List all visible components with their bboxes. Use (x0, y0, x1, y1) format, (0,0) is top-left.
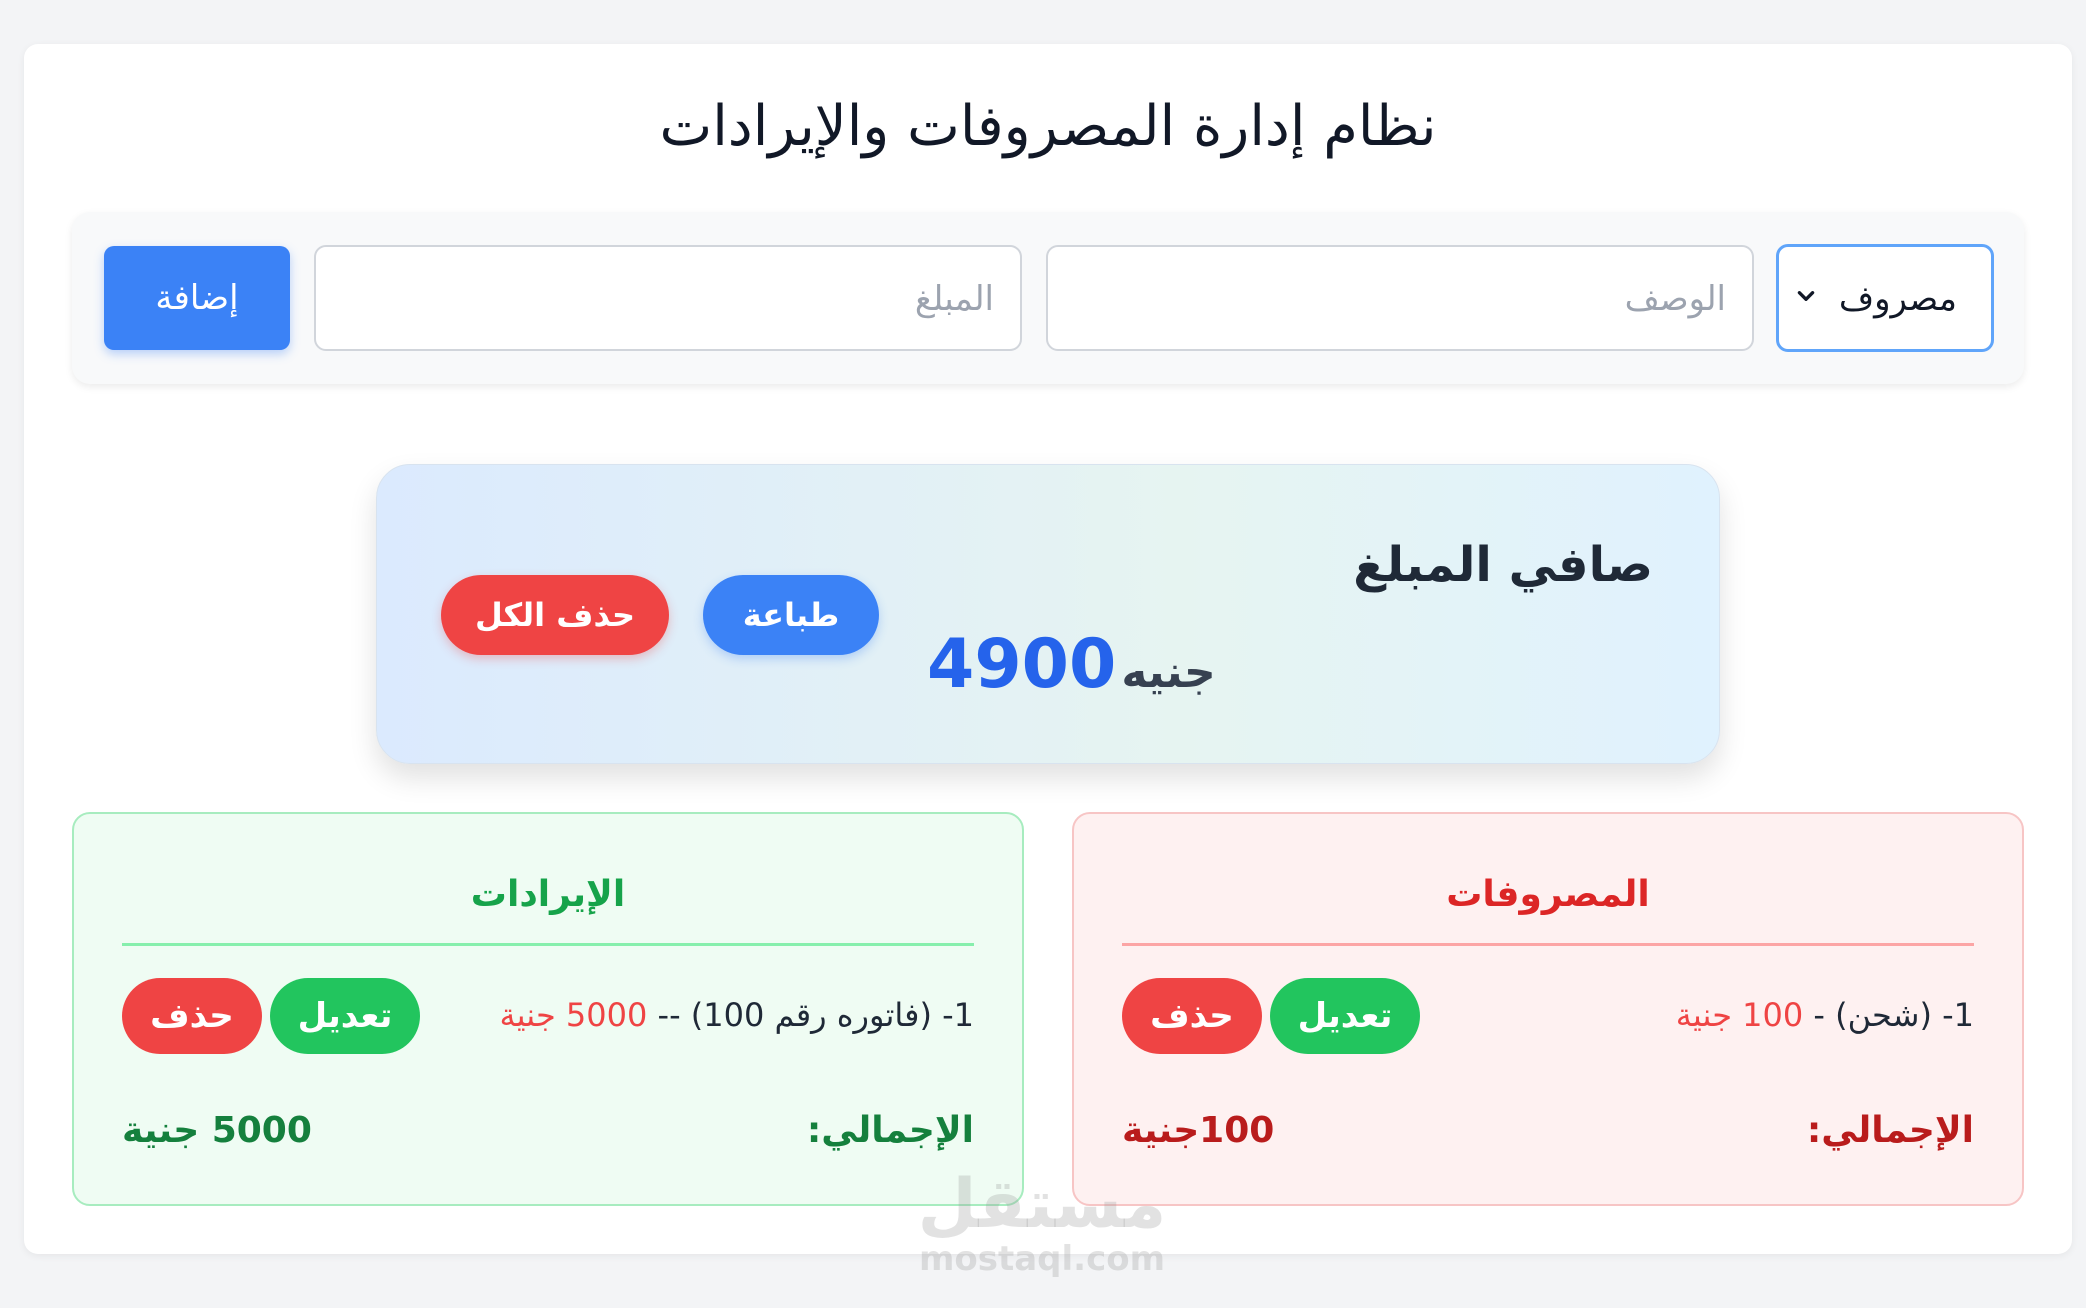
net-amount-display: 4900 جنيه (927, 625, 1238, 704)
print-button[interactable]: طباعة (703, 575, 879, 655)
net-amount-currency: جنيه (1121, 647, 1216, 698)
income-entry-amount: 5000 جنية (499, 996, 648, 1034)
income-divider (122, 943, 974, 946)
expense-entry-amount: 100 جنية (1675, 996, 1804, 1034)
income-total-label: الإجمالي: (806, 1110, 974, 1151)
net-amount-title: صافي المبلغ (1353, 537, 1653, 593)
expenses-title: المصروفات (1446, 874, 1650, 915)
add-button[interactable]: إضافة (104, 246, 290, 350)
income-entry-label: 1- (فاتوره رقم 100) -- (647, 996, 974, 1034)
watermark-latin: mostaql.com (918, 1239, 1166, 1279)
type-select-value: مصروف (1838, 279, 1957, 319)
income-delete-button[interactable]: حذف (122, 978, 262, 1054)
expenses-panel: المصروفات 1- (شحن) - 100 جنية تعديل حذف … (1072, 812, 2024, 1206)
watermark: مستقل mostaql.com (912, 1165, 1172, 1279)
income-panel: الإيرادات 1- (فاتوره رقم 100) -- 5000 جن… (72, 812, 1024, 1206)
expense-edit-button[interactable]: تعديل (1270, 978, 1420, 1054)
delete-all-button[interactable]: حذف الكل (441, 575, 669, 655)
description-input[interactable]: الوصف (1046, 245, 1754, 351)
expenses-divider (1122, 943, 1974, 946)
income-entry: 1- (فاتوره رقم 100) -- 5000 جنية (499, 996, 974, 1034)
net-amount-card: صافي المبلغ 4900 جنيه طباعة حذف الكل (376, 464, 1720, 764)
chevron-down-icon (1797, 291, 1815, 301)
income-title: الإيرادات (470, 874, 626, 915)
description-placeholder: الوصف (1624, 279, 1726, 319)
net-amount-value: 4900 (927, 625, 1117, 704)
expenses-total-value: 100جنية (1122, 1110, 1275, 1151)
page-title: نظام إدارة المصروفات والإيرادات (659, 94, 1437, 159)
expenses-total-label: الإجمالي: (1806, 1110, 1974, 1151)
expense-delete-button[interactable]: حذف (1122, 978, 1262, 1054)
income-total-value: 5000 جنية (122, 1110, 312, 1151)
amount-input[interactable]: المبلغ (314, 245, 1022, 351)
income-edit-button[interactable]: تعديل (270, 978, 420, 1054)
type-select[interactable]: مصروف (1776, 244, 1994, 352)
expense-entry-label: 1- (شحن) - (1803, 996, 1974, 1034)
watermark-arabic: مستقل (917, 1165, 1167, 1244)
expense-entry: 1- (شحن) - 100 جنية (1676, 996, 1974, 1034)
amount-placeholder: المبلغ (914, 279, 994, 319)
